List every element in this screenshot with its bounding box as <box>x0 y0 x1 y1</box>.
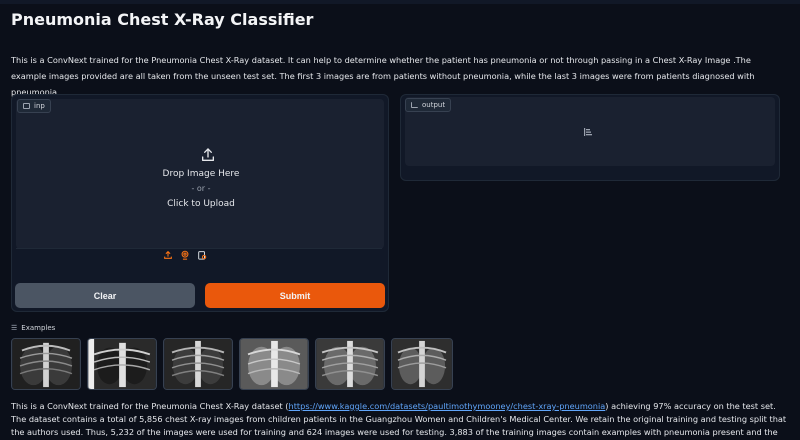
clear-button[interactable]: Clear <box>15 283 195 308</box>
examples-header: ☰ Examples <box>11 324 55 332</box>
webcam-icon[interactable] <box>180 250 190 260</box>
page-title: Pneumonia Chest X-Ray Classifier <box>11 10 314 29</box>
label-icon <box>411 102 418 108</box>
upload-icon[interactable] <box>163 250 173 260</box>
output-label: output <box>405 98 452 112</box>
upload-arrow-icon <box>202 148 214 161</box>
example-xray-2[interactable] <box>87 338 157 390</box>
chest-xray-image <box>164 339 232 389</box>
input-toolbar <box>0 250 370 260</box>
dataset-link[interactable]: https://www.kaggle.com/datasets/paultimo… <box>289 401 606 411</box>
input-panel: Drop Image Here - or - Click to Upload i… <box>11 94 389 312</box>
chest-xray-image <box>88 339 156 389</box>
examples-gallery <box>11 338 453 390</box>
footer-text-before: This is a ConvNext trained for the Pneum… <box>11 401 289 411</box>
or-text: - or - <box>191 184 211 193</box>
example-xray-5[interactable] <box>315 338 385 390</box>
image-icon <box>23 103 30 109</box>
submit-button[interactable]: Submit <box>205 283 385 308</box>
example-xray-1[interactable] <box>11 338 81 390</box>
bar-chart-icon <box>584 128 592 136</box>
example-xray-4[interactable] <box>239 338 309 390</box>
chest-xray-image <box>392 339 452 389</box>
example-xray-3[interactable] <box>163 338 233 390</box>
input-label-text: inp <box>34 102 45 110</box>
image-drop-zone[interactable]: Drop Image Here - or - Click to Upload <box>16 99 384 249</box>
clipboard-icon[interactable] <box>197 250 207 260</box>
list-icon: ☰ <box>11 324 18 332</box>
output-label-text: output <box>422 101 446 109</box>
page-description: This is a ConvNext trained for the Pneum… <box>11 55 755 97</box>
chest-xray-image <box>316 339 384 389</box>
chest-xray-image <box>240 339 308 389</box>
top-bar <box>0 0 800 4</box>
input-divider <box>16 248 382 249</box>
input-label: inp <box>17 99 51 113</box>
footer-description: This is a ConvNext trained for the Pneum… <box>11 400 791 440</box>
drop-image-text: Drop Image Here <box>162 169 240 179</box>
click-to-upload-text: Click to Upload <box>167 199 235 209</box>
example-xray-6[interactable] <box>391 338 453 390</box>
chest-xray-image <box>12 339 80 389</box>
examples-header-text: Examples <box>21 324 56 332</box>
